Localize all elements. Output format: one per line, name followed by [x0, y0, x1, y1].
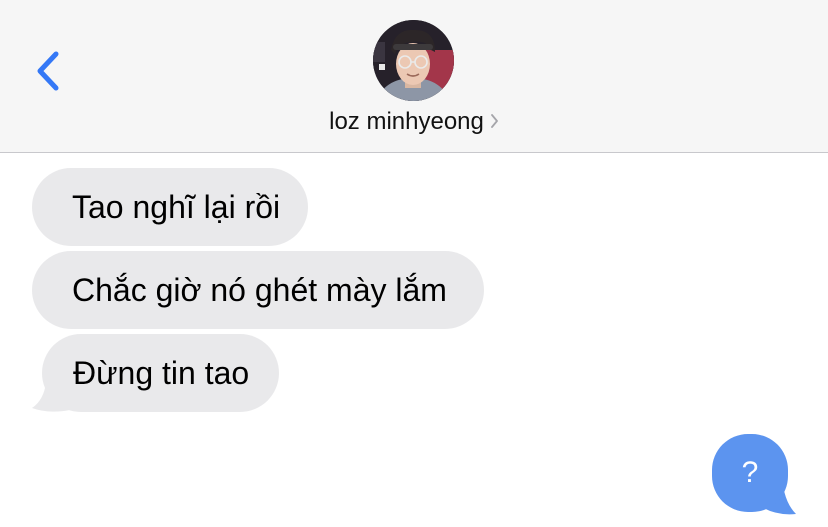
contact-name-row[interactable]: loz minhyeong	[0, 108, 828, 136]
avatar[interactable]	[373, 20, 454, 101]
message-bubble-incoming[interactable]: Chắc giờ nó ghét mày lắm	[32, 251, 484, 329]
chevron-right-icon	[490, 114, 498, 128]
message-bubble-incoming[interactable]: Tao nghĩ lại rồi	[32, 168, 308, 246]
message-bubble-incoming[interactable]: Đừng tin tao	[42, 334, 279, 412]
contact-info[interactable]: loz minhyeong	[0, 20, 828, 140]
avatar-image	[373, 20, 454, 101]
messages-screen: loz minhyeong Tao nghĩ lại rồi Chắc giờ …	[0, 0, 828, 527]
contact-name: loz minhyeong	[329, 108, 484, 135]
conversation-header: loz minhyeong	[0, 0, 828, 153]
help-button-label[interactable]: ?	[712, 434, 788, 512]
